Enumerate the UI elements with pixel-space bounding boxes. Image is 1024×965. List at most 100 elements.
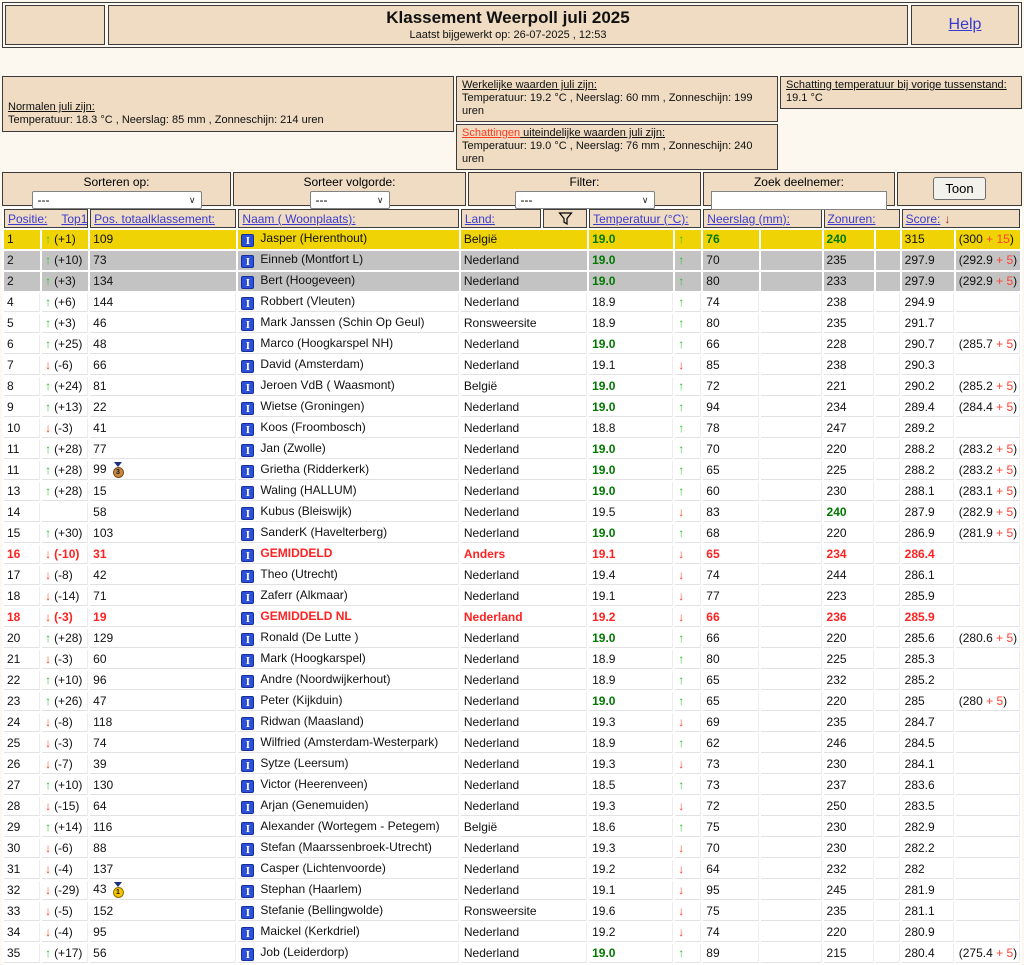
info-icon[interactable]: I <box>241 528 255 541</box>
temperature-cell: 18.9 <box>589 734 674 753</box>
total-rank-cell: 56 <box>90 944 237 963</box>
info-icon[interactable]: I <box>241 549 255 562</box>
precipitation-cell: 94 <box>703 398 760 417</box>
rank-down-arrow-icon: ↓ <box>45 862 52 876</box>
position-cell: 2 <box>4 251 41 270</box>
info-icon[interactable]: I <box>241 843 255 856</box>
search-input[interactable] <box>711 191 887 210</box>
score-cell: 282 <box>901 860 954 879</box>
total-rank-cell: 19 <box>90 608 237 627</box>
participant-name: Zaferr (Alkmaar) <box>260 588 348 602</box>
score-bonus: + 5 <box>996 274 1014 288</box>
sort-totaal-link[interactable]: Pos. totaalklassement: <box>94 212 215 226</box>
rank-change: (-15) <box>54 799 80 813</box>
score-detail-cell: (292.9 + 5) <box>955 251 1020 270</box>
precipitation-spacer-cell <box>761 335 822 354</box>
info-icon[interactable]: I <box>241 864 255 877</box>
show-button[interactable]: Toon <box>933 176 986 200</box>
sort-zonuren-link[interactable]: Zonuren: <box>828 212 876 226</box>
info-icon[interactable]: I <box>241 318 255 331</box>
sort-temperatuur-link[interactable]: Temperatuur (°C): <box>593 212 689 226</box>
info-icon[interactable]: I <box>241 255 255 268</box>
total-rank-value: 64 <box>93 799 107 813</box>
info-icon[interactable]: I <box>241 780 255 793</box>
trend-up-arrow-icon: ↑ <box>678 400 685 414</box>
info-icon[interactable]: I <box>241 381 255 394</box>
info-icon[interactable]: I <box>241 948 255 961</box>
info-icon[interactable]: I <box>241 759 255 772</box>
score-detail-cell <box>955 776 1020 795</box>
info-icon[interactable]: I <box>241 696 255 709</box>
trend-up-arrow-icon: ↑ <box>678 820 685 834</box>
estimates-value: Temperatuur: 19.0 °C , Neerslag: 76 mm ,… <box>462 140 753 165</box>
info-icon[interactable]: I <box>241 444 255 457</box>
info-icon[interactable]: I <box>241 360 255 373</box>
name-cell: I Peter (Kijkduin) <box>238 692 459 711</box>
top10-change-cell: ↓ (-7) <box>42 755 89 774</box>
total-rank-cell: 48 <box>90 335 237 354</box>
sort-score-link[interactable]: Score: <box>906 212 941 226</box>
info-icon[interactable]: I <box>241 885 255 898</box>
info-icon[interactable]: I <box>241 927 255 940</box>
help-link[interactable]: Help <box>949 16 982 34</box>
precipitation-spacer-cell <box>761 734 822 753</box>
sunhours-cell: 228 <box>823 335 874 354</box>
info-icon[interactable]: I <box>241 738 255 751</box>
top10-change-cell: ↑ (+25) <box>42 335 89 354</box>
temperature-cell: 19.1 <box>589 587 674 606</box>
total-rank-value: 116 <box>93 820 113 834</box>
info-icon[interactable]: I <box>241 423 255 436</box>
total-rank-value: 73 <box>93 253 107 267</box>
info-icon[interactable]: I <box>241 339 255 352</box>
col-filter[interactable] <box>543 209 588 228</box>
sunhours-spacer-cell <box>875 377 900 396</box>
rank-change: (+25) <box>54 337 83 351</box>
country-cell: Nederland <box>460 839 588 858</box>
title-bar-center: Klassement Weerpoll juli 2025 Laatst bij… <box>108 5 908 45</box>
info-icon[interactable]: I <box>241 675 255 688</box>
precipitation-cell: 68 <box>703 524 760 543</box>
info-icon[interactable]: I <box>241 633 255 646</box>
info-icon[interactable]: I <box>241 654 255 667</box>
info-icon[interactable]: I <box>241 465 255 478</box>
sort-naam-link[interactable]: Naam ( Woonplaats): <box>242 212 355 226</box>
precipitation-cell: 74 <box>703 566 760 585</box>
temperature-cell: 19.0 <box>589 440 674 459</box>
rank-change: (+6) <box>54 295 76 309</box>
order-cell: Sorteer volgorde: --- ∨ <box>233 172 466 209</box>
info-icon[interactable]: I <box>241 486 255 499</box>
score-detail-cell: (285.7 + 5) <box>955 335 1020 354</box>
temp-trend-cell: ↑ <box>675 293 702 312</box>
sort-positie-link[interactable]: Positie: <box>8 212 47 226</box>
info-icon[interactable]: I <box>241 570 255 583</box>
order-select[interactable]: --- ∨ <box>309 191 390 209</box>
temp-trend-cell: ↑ <box>675 230 702 249</box>
info-icon[interactable]: I <box>241 234 255 247</box>
country-cell: Nederland <box>460 251 588 270</box>
info-icon[interactable]: I <box>241 717 255 730</box>
info-icon[interactable]: I <box>241 591 255 604</box>
sort-top10-link[interactable]: Top10 <box>61 212 87 226</box>
info-icon[interactable]: I <box>241 402 255 415</box>
table-row: 21 ↓ (-3) 60 I Mark (Hoogkarspel) Nederland 18.… <box>4 650 1020 669</box>
name-cell: I Theo (Utrecht) <box>238 566 459 585</box>
sunhours-cell: 245 <box>823 881 874 900</box>
sort-select[interactable]: --- ∨ <box>31 191 202 209</box>
info-icon[interactable]: I <box>241 507 255 520</box>
name-cell: I GEMIDDELD <box>238 545 459 564</box>
info-icon[interactable]: I <box>241 801 255 814</box>
info-icon[interactable]: I <box>241 276 255 289</box>
info-icon[interactable]: I <box>241 297 255 310</box>
precipitation-cell: 69 <box>703 713 760 732</box>
trend-up-arrow-icon: ↑ <box>678 673 685 687</box>
sort-land-link[interactable]: Land: <box>465 212 495 226</box>
filter-select[interactable]: --- ∨ <box>514 191 655 209</box>
position-cell: 17 <box>4 566 41 585</box>
info-icon[interactable]: I <box>241 612 255 625</box>
show-cell: Toon <box>897 172 1022 206</box>
info-icon[interactable]: I <box>241 906 255 919</box>
score-cell: 284.1 <box>901 755 954 774</box>
score-detail-cell <box>955 755 1020 774</box>
info-icon[interactable]: I <box>241 822 255 835</box>
sort-neerslag-link[interactable]: Neerslag (mm): <box>707 212 790 226</box>
